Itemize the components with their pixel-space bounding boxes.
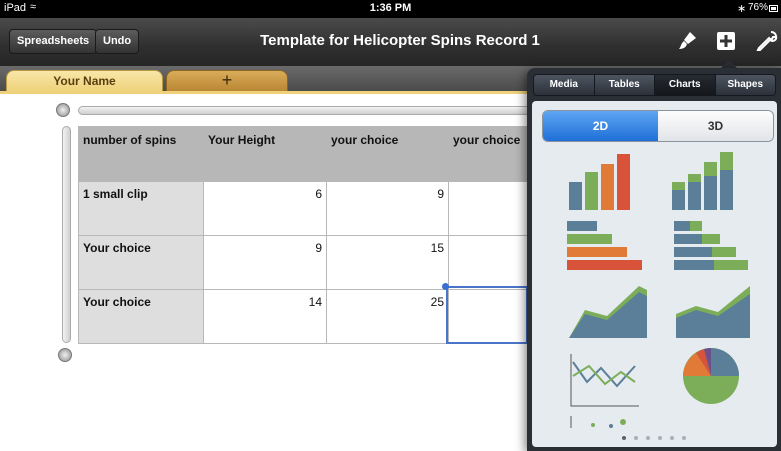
sheet-tab-your-name[interactable]: Your Name [6,70,163,92]
tab-charts[interactable]: Charts [655,75,716,95]
tab-media[interactable]: Media [534,75,595,95]
page-indicator[interactable] [622,436,702,442]
bluetooth-icon: ∗ [737,3,747,15]
header-cell[interactable]: number of spins [78,126,204,182]
data-cell[interactable]: 6 [203,181,327,236]
data-cell[interactable]: 25 [326,289,449,344]
table-select-handle[interactable] [56,103,70,117]
document-title: Template for Helicopter Spins Record 1 [260,32,540,49]
page-dot [670,436,674,440]
column-header-bar[interactable] [78,106,538,115]
wrench-icon[interactable] [756,30,778,52]
area-chart-thumbnail[interactable] [563,282,653,342]
stacked-bar-chart-thumbnail[interactable] [666,218,756,278]
row-label-cell[interactable]: 1 small clip [78,181,204,236]
data-cell[interactable] [448,235,539,290]
selection-drag-handle[interactable] [442,283,449,290]
undo-button[interactable]: Undo [95,29,140,54]
row-header-bar[interactable] [62,126,71,343]
spreadsheets-button[interactable]: Spreadsheets [9,29,98,54]
insert-category-tabs: Media Tables Charts Shapes [533,74,776,96]
header-row: number of spins Your Height your choice … [78,126,539,182]
battery-percent: 76% [748,2,769,13]
table-row: 1 small clip 6 9 [78,181,539,236]
add-sheet-button[interactable]: + [166,70,288,92]
page-dot [646,436,650,440]
data-cell[interactable]: 9 [203,235,327,290]
header-cell[interactable]: your choice [326,126,449,182]
column-chart-thumbnail[interactable] [563,150,653,210]
status-bar: iPad ≈ 1:36 PM ∗ 76% [0,0,781,18]
dimension-toggle: 2D 3D [542,110,774,142]
stacked-column-chart-thumbnail[interactable] [666,150,756,210]
clock: 1:36 PM [369,2,412,14]
row-label-cell[interactable]: Your choice [78,235,204,290]
tab-tables[interactable]: Tables [594,75,655,95]
page-dot [634,436,638,440]
paintbrush-icon[interactable] [676,30,698,52]
option-2d[interactable]: 2D [543,111,658,141]
battery-icon [769,5,778,12]
row-label-cell[interactable]: Your choice [78,289,204,344]
selected-cell-outline[interactable] [446,286,528,344]
data-cell[interactable]: 14 [203,289,327,344]
header-cell[interactable]: Your Height [203,126,327,182]
data-cell[interactable]: 9 [326,181,449,236]
toolbar: Spreadsheets Undo Template for Helicopte… [0,18,781,66]
bar-chart-thumbnail[interactable] [563,218,653,278]
scatter-chart-thumbnail[interactable] [563,414,653,428]
option-3d[interactable]: 3D [658,111,773,141]
page-dot [658,436,662,440]
numbers-app-screen: iPad ≈ 1:36 PM ∗ 76% Spreadsheets Undo T… [0,0,781,451]
data-cell[interactable]: 15 [326,235,449,290]
table-row: Your choice 9 15 [78,235,539,290]
pie-chart-thumbnail[interactable] [666,344,756,404]
stacked-area-chart-thumbnail[interactable] [666,282,756,342]
page-dot [682,436,686,440]
header-cell[interactable]: your choice [448,126,539,182]
tab-shapes[interactable]: Shapes [715,75,775,95]
page-dot-active [622,436,626,440]
line-chart-thumbnail[interactable] [563,350,653,410]
add-row-handle[interactable] [58,348,72,362]
data-cell[interactable] [448,181,539,236]
insert-plus-icon[interactable] [715,30,737,52]
